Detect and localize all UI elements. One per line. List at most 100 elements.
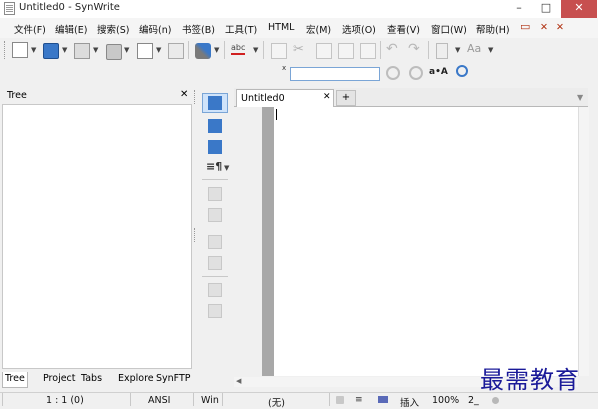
panel-tabs: Tree Project Tabs Explore SynFTP xyxy=(2,370,192,388)
new-file-icon[interactable] xyxy=(12,42,28,58)
paste-icon[interactable] xyxy=(338,43,354,59)
indent-left-icon[interactable] xyxy=(208,256,222,270)
line-ending-status[interactable]: Win xyxy=(201,395,219,406)
tab-synftp[interactable]: SynFTP xyxy=(154,372,193,387)
clipboard-icon[interactable] xyxy=(360,43,376,59)
chevron-down-icon[interactable]: ▼ xyxy=(62,46,67,54)
caret-position[interactable]: 1 : 1 (0) xyxy=(46,395,84,406)
close-window-button[interactable]: ✕ xyxy=(561,0,597,18)
menu-bookmarks[interactable]: 书签(B) xyxy=(182,22,215,36)
status-indicator-icon xyxy=(492,397,499,404)
chevron-down-icon[interactable]: ▼ xyxy=(214,46,219,54)
copy-file-icon[interactable] xyxy=(271,43,287,59)
indent-right-icon[interactable] xyxy=(208,235,222,249)
toolbar-separator xyxy=(202,276,228,277)
paragraph-icon[interactable]: ≡¶ xyxy=(206,160,222,173)
search-icon[interactable] xyxy=(456,65,468,77)
menu-help[interactable]: 帮助(H) xyxy=(476,22,510,36)
selection-mode-icon[interactable] xyxy=(378,396,388,403)
toolbar-separator xyxy=(224,41,225,59)
menu-macros[interactable]: 宏(M) xyxy=(306,22,331,36)
toolbar-separator xyxy=(380,41,381,59)
app-icon xyxy=(4,2,15,15)
font-icon[interactable]: Aa xyxy=(467,42,481,55)
menu-html[interactable]: HTML xyxy=(268,22,294,33)
word-wrap-icon[interactable]: ≡ xyxy=(355,395,363,405)
add-comment-icon[interactable] xyxy=(208,187,222,201)
redo-icon[interactable]: ↷ xyxy=(408,41,420,57)
editor-tab-close-icon[interactable]: ✕ xyxy=(323,92,331,102)
move-right-icon[interactable] xyxy=(208,140,222,154)
remove-comment-icon[interactable] xyxy=(208,208,222,222)
find-next-icon[interactable] xyxy=(386,66,400,80)
status-separator xyxy=(130,393,131,406)
print-icon[interactable] xyxy=(106,44,122,60)
restore-doc-button[interactable]: ▭ xyxy=(520,20,530,33)
close-all-button[interactable]: ✕ xyxy=(556,22,564,33)
menu-bar: 文件(F) 编辑(E) 搜索(S) 编码(n) 书签(B) 工具(T) HTML… xyxy=(0,18,598,38)
toolbar-separator xyxy=(202,179,228,180)
menu-encoding[interactable]: 编码(n) xyxy=(139,22,171,36)
tools-icon[interactable] xyxy=(195,43,211,59)
tab-size-status[interactable]: 2_ xyxy=(468,395,479,406)
toolbar-grip xyxy=(194,90,197,104)
chevron-down-icon[interactable]: ▼ xyxy=(455,46,460,54)
tree-panel-header: Tree ✕ xyxy=(2,88,192,104)
print-preview-icon[interactable] xyxy=(137,43,153,59)
tree-view[interactable] xyxy=(2,104,192,369)
vertical-scrollbar[interactable] xyxy=(578,107,589,376)
move-down-icon[interactable] xyxy=(208,119,222,133)
chevron-down-icon[interactable]: ▼ xyxy=(224,164,229,172)
indent-icon[interactable] xyxy=(436,43,448,59)
menu-file[interactable]: 文件(F) xyxy=(14,22,46,36)
lock-icon[interactable] xyxy=(336,396,344,404)
tab-explore[interactable]: Explore xyxy=(116,372,156,387)
cut-icon[interactable]: ✂ xyxy=(293,42,304,57)
chevron-down-icon[interactable]: ▼ xyxy=(488,46,493,54)
search-input[interactable] xyxy=(290,67,380,81)
split-vertical-icon[interactable] xyxy=(208,304,222,318)
menu-search[interactable]: 搜索(S) xyxy=(97,22,129,36)
spell-check-icon[interactable]: abc xyxy=(231,43,246,55)
tabs-menu-icon[interactable]: ▼ xyxy=(577,93,583,102)
close-doc-button[interactable]: ✕ xyxy=(540,22,548,33)
tab-tree[interactable]: Tree xyxy=(2,372,28,388)
editor-tab[interactable]: Untitled0 ✕ xyxy=(236,89,334,107)
menu-tools[interactable]: 工具(T) xyxy=(225,22,257,36)
tab-project[interactable]: Project xyxy=(41,372,78,387)
tree-panel-title: Tree xyxy=(7,90,27,101)
chevron-down-icon[interactable]: ▼ xyxy=(124,46,129,54)
chevron-down-icon[interactable]: ▼ xyxy=(31,46,36,54)
text-editor[interactable] xyxy=(274,107,578,376)
menu-edit[interactable]: 编辑(E) xyxy=(55,22,87,36)
watermark: 最需教育 xyxy=(480,366,580,394)
search-clear-icon[interactable]: x xyxy=(282,64,286,72)
open-recent-icon[interactable] xyxy=(74,43,90,59)
split-horizontal-icon[interactable] xyxy=(208,283,222,297)
save-icon[interactable] xyxy=(43,43,59,59)
find-previous-icon[interactable] xyxy=(409,66,423,80)
sync-left-icon xyxy=(208,96,222,110)
new-tab-button[interactable]: + xyxy=(336,90,356,106)
chevron-down-icon[interactable]: ▼ xyxy=(156,46,161,54)
undo-icon[interactable]: ↶ xyxy=(386,41,398,57)
chevron-down-icon[interactable]: ▼ xyxy=(93,46,98,54)
status-separator xyxy=(329,393,330,406)
minimize-button[interactable]: – xyxy=(506,0,532,18)
menu-options[interactable]: 选项(O) xyxy=(342,22,376,36)
menu-view[interactable]: 查看(V) xyxy=(387,22,420,36)
zoom-status[interactable]: 100% xyxy=(432,395,459,406)
window-title: Untitled0 - SynWrite xyxy=(19,2,120,13)
tab-tabs[interactable]: Tabs xyxy=(79,372,104,387)
maximize-button[interactable]: □ xyxy=(533,0,559,18)
copy-icon[interactable] xyxy=(316,43,332,59)
match-case-icon[interactable]: a•A xyxy=(429,67,448,77)
scroll-left-icon[interactable]: ◀ xyxy=(236,377,241,385)
menu-window[interactable]: 窗口(W) xyxy=(431,22,467,36)
encoding-status[interactable]: ANSI xyxy=(148,395,170,406)
page-setup-icon[interactable] xyxy=(168,43,184,59)
status-separator xyxy=(222,393,223,406)
editor-gutter xyxy=(262,107,274,376)
tree-panel-close-icon[interactable]: ✕ xyxy=(180,89,188,100)
chevron-down-icon[interactable]: ▼ xyxy=(253,46,258,54)
